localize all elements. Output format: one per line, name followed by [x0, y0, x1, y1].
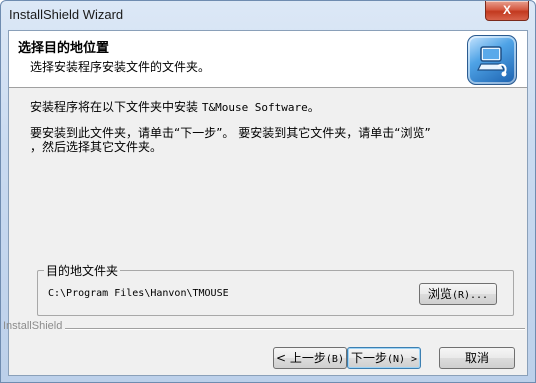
- destination-path: C:\Program Files\Hanvon\TMOUSE: [48, 288, 229, 299]
- back-button-shortcut: (B): [325, 354, 344, 365]
- install-text-prefix: 安装程序将在以下文件夹中安装: [30, 100, 202, 114]
- browse-button-shortcut: (R)...: [451, 290, 489, 301]
- destination-folder-label: 目的地文件夹: [44, 262, 121, 279]
- close-button[interactable]: X: [485, 1, 529, 21]
- back-button-label: < 上一步: [276, 351, 326, 365]
- next-button-label: 下一步: [350, 351, 387, 365]
- window-title: InstallShield Wizard: [9, 7, 124, 22]
- installshield-computer-icon: [467, 35, 517, 85]
- title-bar[interactable]: InstallShield Wizard X: [1, 1, 535, 29]
- browse-button-label: 浏览: [427, 287, 452, 301]
- next-button-shortcut: (N) >: [386, 354, 418, 365]
- page-title: 选择目的地位置: [18, 41, 110, 56]
- install-text-suffix: 。: [307, 100, 320, 114]
- next-button[interactable]: 下一步(N) >: [347, 347, 421, 369]
- footer-divider: [65, 328, 525, 330]
- dialog-client-area: 选择目的地位置 选择安装程序安装文件的文件夹。 安装程序将在以下文件夹中安装 T…: [3, 30, 528, 376]
- destination-folder-group: 目的地文件夹 C:\Program Files\Hanvon\TMOUSE 浏览…: [37, 262, 514, 316]
- install-location-text: 安装程序将在以下文件夹中安装 T&Mouse Software。: [30, 98, 320, 115]
- installer-window: InstallShield Wizard X 选择目的地位置 选择安装程序安装文…: [0, 0, 536, 383]
- installshield-brand-label: InstallShield: [3, 320, 63, 332]
- back-button[interactable]: < 上一步(B): [273, 347, 347, 369]
- cancel-button[interactable]: 取消: [439, 347, 515, 369]
- wizard-header: 选择目的地位置 选择安装程序安装文件的文件夹。: [9, 31, 527, 88]
- product-name: T&Mouse Software: [201, 101, 308, 114]
- close-icon: X: [502, 3, 511, 17]
- browse-button[interactable]: 浏览(R)...: [419, 283, 497, 305]
- page-subtitle: 选择安装程序安装文件的文件夹。: [30, 60, 211, 74]
- instruction-text-line2: ，然后选择其它文件夹。: [30, 140, 163, 154]
